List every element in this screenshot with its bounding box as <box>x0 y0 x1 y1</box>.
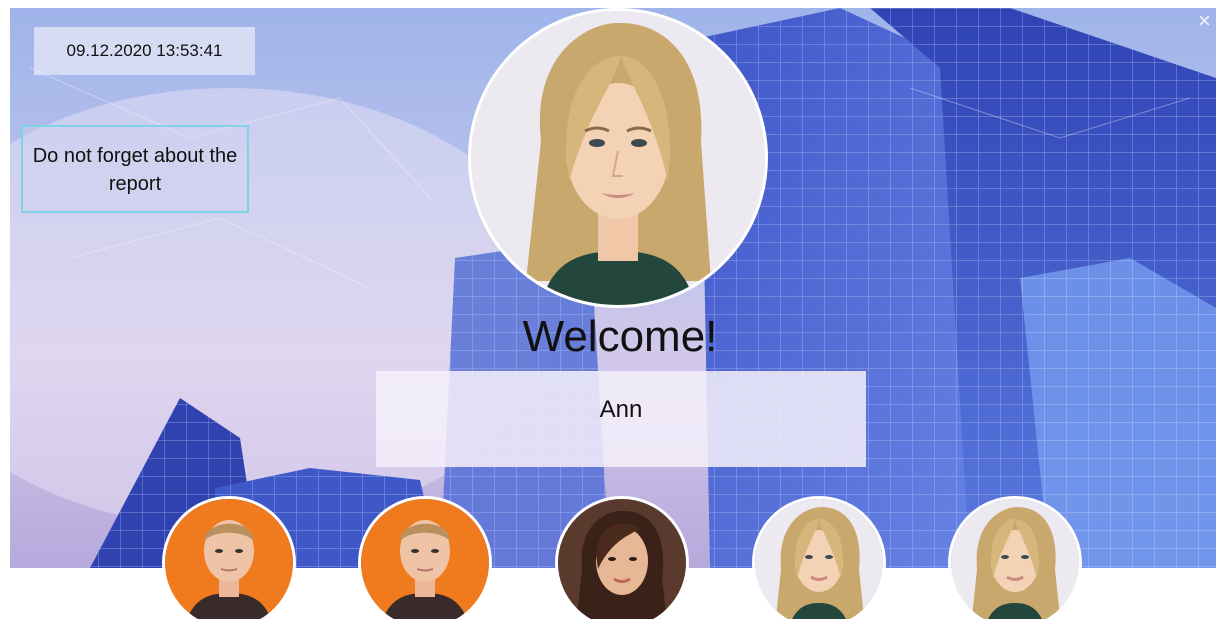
portrait-ann-image <box>471 11 765 305</box>
visitor-photo-man <box>361 499 489 619</box>
visitor-thumbnail-4[interactable] <box>752 496 886 619</box>
recognized-person-photo <box>468 8 768 308</box>
visitor-name: Ann <box>599 396 643 423</box>
datetime-display: 09.12.2020 13:53:41 <box>34 27 255 75</box>
visitor-thumbnail-2[interactable] <box>358 496 492 619</box>
visitor-thumbnail-1[interactable] <box>162 496 296 619</box>
visitor-photo-woman-blonde <box>951 499 1079 619</box>
visitor-photo-man <box>165 499 293 619</box>
visitor-name-box: Ann <box>376 371 866 467</box>
visitor-photo-woman-blonde <box>755 499 883 619</box>
welcome-heading: Welcome! <box>522 312 718 361</box>
close-button[interactable]: × <box>1198 10 1216 32</box>
visitor-thumbnail-3[interactable] <box>555 496 689 619</box>
recent-visitors-strip <box>10 496 1216 619</box>
kiosk-window: 09.12.2020 13:53:41 Do not forget about … <box>10 8 1216 619</box>
visitor-thumbnail-5[interactable] <box>948 496 1082 619</box>
close-icon: × <box>1198 8 1211 33</box>
visitor-photo-woman-dark-hair <box>558 499 686 619</box>
reminder-note: Do not forget about the report <box>21 125 249 213</box>
